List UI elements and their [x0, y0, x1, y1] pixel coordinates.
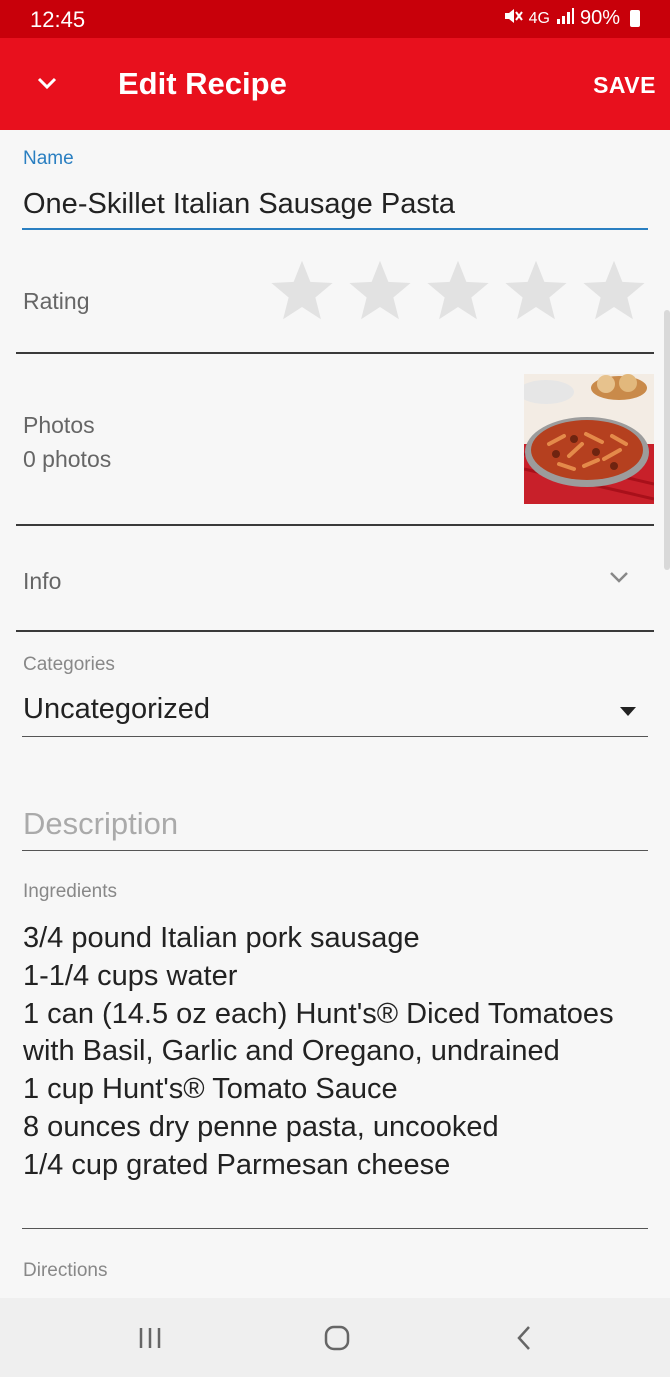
ingredients-label: Ingredients	[23, 881, 118, 902]
categories-label: Categories	[23, 654, 115, 675]
status-bar: 12:45 4G 90%	[0, 0, 670, 38]
star-icon-5[interactable]	[580, 258, 648, 322]
photos-count: 0 photos	[23, 446, 112, 472]
network-type-icon: 4G	[528, 9, 550, 27]
back-icon	[517, 1326, 530, 1350]
app-bar: Edit Recipe SAVE	[0, 38, 670, 130]
home-button[interactable]	[307, 1320, 367, 1356]
page-title: Edit Recipe	[118, 66, 287, 101]
recents-icon	[139, 1328, 161, 1348]
info-divider	[16, 630, 654, 632]
mute-icon	[503, 7, 523, 30]
ingredient-line: 1-1/4 cups water	[23, 959, 238, 992]
battery-icon	[630, 10, 640, 27]
star-icon-1[interactable]	[268, 258, 336, 322]
directions-label: Directions	[23, 1260, 108, 1281]
name-field[interactable]: One-Skillet Italian Sausage Pasta	[23, 188, 455, 221]
rating-stars[interactable]	[268, 258, 648, 322]
chevron-down-icon[interactable]	[608, 570, 630, 589]
categories-select[interactable]: Uncategorized	[23, 693, 210, 726]
scrollbar[interactable]	[664, 310, 670, 570]
dropdown-arrow-icon[interactable]	[620, 707, 636, 716]
recents-button[interactable]	[120, 1320, 180, 1356]
status-time: 12:45	[30, 7, 86, 32]
recipe-photo-thumbnail[interactable]	[524, 374, 654, 504]
categories-underline	[22, 736, 648, 737]
ingredient-line: 1 can (14.5 oz each) Hunt's® Diced Tomat…	[23, 997, 614, 1068]
ingredients-underline	[22, 1228, 648, 1229]
ingredient-line: 1 cup Hunt's® Tomato Sauce	[23, 1073, 398, 1106]
chevron-down-icon	[37, 77, 57, 90]
status-icons: 4G 90%	[503, 7, 640, 30]
name-label: Name	[23, 148, 74, 169]
collapse-button[interactable]	[28, 64, 66, 102]
rating-divider	[16, 352, 654, 354]
description-field[interactable]: Description	[23, 806, 178, 842]
star-icon-3[interactable]	[424, 258, 492, 322]
system-nav-bar	[0, 1298, 670, 1377]
name-underline	[22, 228, 648, 230]
ingredient-line: 8 ounces dry penne pasta, uncooked	[23, 1110, 499, 1143]
photos-divider	[16, 524, 654, 526]
save-button[interactable]: SAVE	[593, 72, 656, 99]
ingredient-line: 3/4 pound Italian pork sausage	[23, 922, 420, 954]
ingredient-line: 1/4 cup grated Parmesan cheese	[23, 1148, 451, 1181]
description-underline	[22, 850, 648, 851]
ingredients-field[interactable]: 3/4 pound Italian pork sausage 1-1/4 cup…	[23, 920, 643, 1185]
star-icon-4[interactable]	[502, 258, 570, 322]
battery-percent: 90%	[579, 7, 620, 29]
star-icon-2[interactable]	[346, 258, 414, 322]
home-icon	[324, 1325, 350, 1351]
rating-label: Rating	[23, 288, 90, 314]
back-button[interactable]	[494, 1320, 554, 1356]
signal-icon	[556, 8, 574, 29]
info-label[interactable]: Info	[23, 568, 61, 595]
photos-label: Photos	[23, 412, 95, 438]
